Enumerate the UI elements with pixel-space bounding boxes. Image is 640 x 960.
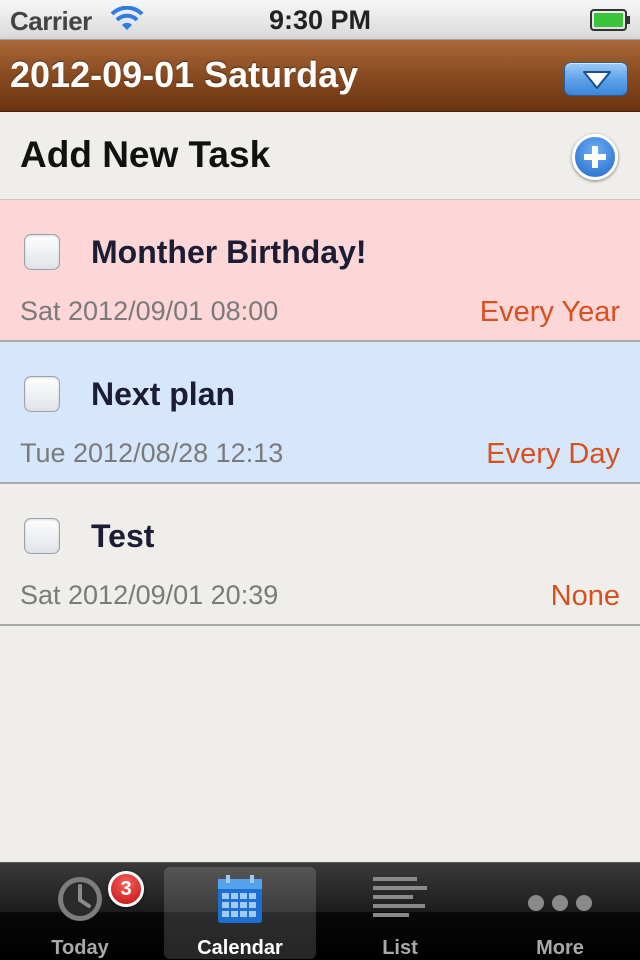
- battery-icon: [590, 8, 632, 37]
- date-header: 2012-09-01 Saturday: [0, 40, 640, 112]
- triangle-down-icon: [583, 71, 611, 89]
- tab-label-list: List: [382, 937, 418, 959]
- tab-calendar[interactable]: Calendar: [164, 867, 316, 959]
- plus-circle-icon: [584, 146, 606, 168]
- task-datetime: Sat 2012/09/01 20:39: [20, 580, 279, 610]
- task-datetime: Tue 2012/08/28 12:13: [20, 438, 284, 468]
- tab-bar: 3 Today Calendar List More: [0, 862, 640, 960]
- today-badge: 3: [108, 871, 144, 907]
- task-row[interactable]: Test Sat 2012/09/01 20:39 None: [0, 484, 640, 626]
- tab-today[interactable]: 3 Today: [4, 867, 156, 959]
- calendar-icon: [216, 873, 264, 930]
- task-title: Test: [91, 518, 155, 554]
- list-icon: [371, 873, 429, 930]
- add-task-label: Add New Task: [20, 134, 271, 175]
- date-dropdown-button[interactable]: [564, 62, 628, 96]
- tab-list[interactable]: List: [324, 867, 476, 959]
- task-checkbox[interactable]: [24, 234, 60, 270]
- task-checkbox[interactable]: [24, 518, 60, 554]
- status-bar: Carrier 9:30 PM: [0, 0, 640, 40]
- task-checkbox[interactable]: [24, 376, 60, 412]
- tab-label-today: Today: [51, 937, 109, 959]
- task-repeat: None: [550, 580, 620, 612]
- status-time: 9:30 PM: [268, 5, 372, 35]
- task-title: Monther Birthday!: [91, 234, 367, 270]
- task-row[interactable]: Monther Birthday! Sat 2012/09/01 08:00 E…: [0, 200, 640, 342]
- task-datetime: Sat 2012/09/01 08:00: [20, 296, 279, 326]
- add-task-row[interactable]: Add New Task: [0, 112, 640, 200]
- task-title: Next plan: [91, 376, 236, 412]
- task-repeat: Every Year: [479, 296, 620, 328]
- task-repeat: Every Day: [486, 438, 620, 470]
- clock-icon: [54, 873, 106, 930]
- more-icon: [525, 873, 595, 930]
- tab-more[interactable]: More: [484, 867, 636, 959]
- add-task-button[interactable]: [572, 134, 618, 180]
- tab-label-calendar: Calendar: [197, 937, 283, 959]
- task-row[interactable]: Next plan Tue 2012/08/28 12:13 Every Day: [0, 342, 640, 484]
- header-date-title: 2012-09-01 Saturday: [10, 54, 359, 95]
- tab-label-more: More: [536, 937, 584, 959]
